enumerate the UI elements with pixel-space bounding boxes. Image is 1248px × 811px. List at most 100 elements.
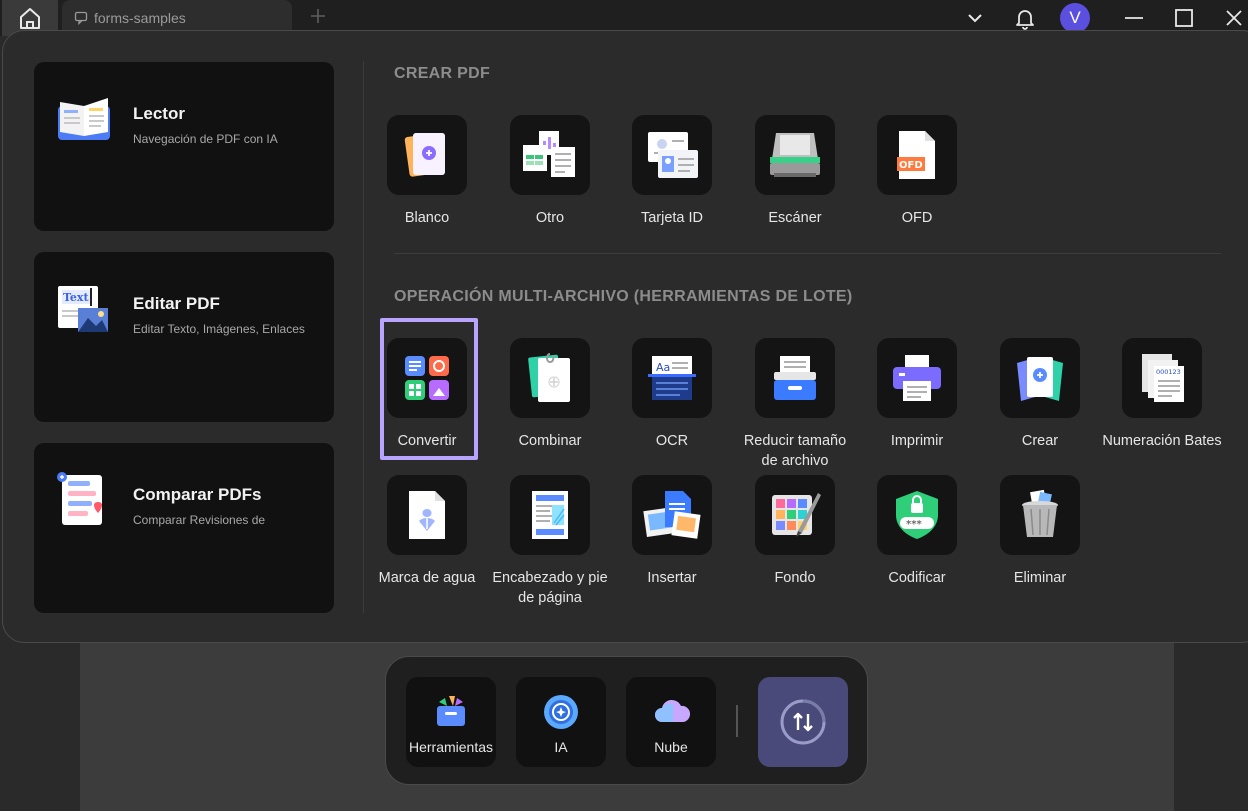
tool-codificar[interactable]: *** Codificar [856, 475, 978, 588]
tool-label: Marca de agua [378, 570, 476, 586]
tool-label: Eliminar [1013, 570, 1067, 586]
home-icon [20, 8, 40, 29]
tool-imprimir[interactable]: Imprimir [856, 338, 978, 451]
card-title: Comparar PDFs [133, 485, 262, 504]
tool-marca-de-agua[interactable]: Marca de agua [366, 475, 488, 588]
card-editar-pdf[interactable]: Text Editar PDF Editar Texto, Imágenes, … [34, 252, 334, 422]
trash-icon [1022, 489, 1058, 537]
dock-nube-button[interactable]: Nube [626, 677, 716, 767]
tool-label: Encabezado y pie de página [492, 570, 608, 606]
tool-insertar[interactable]: Insertar [611, 475, 733, 588]
other-files-icon [523, 131, 575, 177]
tool-label: OFD [901, 210, 933, 226]
tool-convertir[interactable]: Convertir [366, 338, 488, 451]
printer-icon [893, 355, 941, 401]
bell-icon [1016, 10, 1034, 30]
horizontal-divider [394, 253, 1221, 254]
tool-label: Convertir [397, 433, 457, 449]
compress-icon [774, 356, 816, 400]
scanner-icon [770, 133, 820, 177]
tool-label: Imprimir [890, 433, 944, 449]
combine-icon [528, 353, 570, 402]
encrypt-icon: *** [896, 491, 938, 539]
tool-label: Insertar [647, 570, 697, 586]
avatar[interactable]: V [1060, 3, 1090, 33]
dock-label: IA [554, 739, 568, 755]
section-title-batch: OPERACIÓN MULTI-ARCHIVO (HERRAMIENTAS DE… [394, 288, 853, 305]
chevron-down-icon [968, 14, 982, 23]
tool-label: Tarjeta ID [640, 210, 704, 226]
tool-ocr[interactable]: Aa OCR [611, 338, 733, 451]
edit-icon-text: Text [63, 291, 89, 304]
compare-icon [57, 472, 102, 525]
ocr-icon: Aa [648, 356, 696, 400]
card-comparar-pdfs[interactable]: Comparar PDFs Comparar Revisiones de [34, 443, 334, 613]
card-lector[interactable]: Lector Navegación de PDF con IA [34, 62, 334, 231]
bottom-dock: Herramientas IA Nube [385, 656, 868, 785]
tool-tarjeta-id[interactable]: Tarjeta ID [611, 115, 733, 228]
card-title: Editar PDF [133, 294, 220, 313]
tool-numeracion-bates[interactable]: 000123 Numeración Bates [1101, 338, 1223, 451]
tool-label: Otro [535, 210, 565, 226]
tool-otro[interactable]: Otro [489, 115, 611, 228]
tool-label: Reducir tamaño de archivo [743, 433, 847, 469]
cloud-icon [655, 699, 691, 722]
ofd-icon-text: OFD [899, 160, 923, 171]
tool-ofd[interactable]: OFD OFD [856, 115, 978, 228]
dock-herramientas-button[interactable]: Herramientas [406, 677, 496, 767]
tab-comment-icon [74, 11, 88, 25]
toolbox-icon [437, 696, 465, 726]
close-icon [1226, 10, 1242, 26]
insert-icon [643, 491, 701, 539]
maximize-icon [1175, 9, 1193, 27]
ai-icon [544, 695, 578, 729]
dock-separator [736, 705, 738, 737]
card-subtitle: Comparar Revisiones de [133, 513, 266, 527]
tool-eliminar[interactable]: Eliminar [979, 475, 1101, 588]
edit-text-icon: Text [58, 286, 108, 332]
tab-label: forms-samples [94, 10, 186, 26]
bates-icon-text: 000123 [1156, 368, 1181, 376]
sync-icon [780, 699, 826, 745]
card-title: Lector [133, 104, 185, 123]
watermark-icon [409, 491, 445, 539]
tool-label: Escáner [768, 210, 822, 226]
tool-combinar[interactable]: Combinar [489, 338, 611, 451]
dock-sync-button[interactable] [758, 677, 848, 767]
dock-label: Nube [654, 739, 688, 755]
tool-label: Fondo [774, 570, 816, 586]
tool-label: Combinar [518, 433, 582, 449]
ocr-icon-text: Aa [656, 361, 670, 374]
card-subtitle: Editar Texto, Imágenes, Enlaces [133, 322, 305, 336]
vertical-divider [363, 61, 364, 613]
tool-label: OCR [655, 433, 689, 449]
tool-label: Codificar [888, 570, 946, 586]
tools-panel: Lector Navegación de PDF con IA Text Edi… [2, 30, 1248, 643]
header-footer-icon [532, 491, 568, 539]
tool-fondo[interactable]: Fondo [734, 475, 856, 588]
new-tab-button[interactable] [306, 6, 330, 30]
section-title-crear-pdf: CREAR PDF [394, 65, 491, 82]
dock-ia-button[interactable]: IA [516, 677, 606, 767]
minimize-icon [1125, 17, 1143, 19]
tool-reducir[interactable]: Reducir tamaño de archivo [734, 338, 856, 471]
tool-crear[interactable]: Crear [979, 338, 1101, 451]
plus-icon [311, 9, 325, 23]
card-subtitle: Navegación de PDF con IA [133, 132, 278, 146]
tool-label: Numeración Bates [1102, 433, 1222, 449]
tool-encabezado-pie[interactable]: Encabezado y pie de página [489, 475, 611, 608]
tool-label: Blanco [404, 210, 450, 226]
tool-label: Crear [1021, 433, 1059, 449]
id-card-icon [648, 132, 698, 178]
background-icon [772, 493, 821, 537]
encrypt-icon-text: *** [906, 519, 922, 530]
dock-label: Herramientas [408, 739, 494, 755]
ofd-icon: OFD [897, 131, 935, 179]
bates-icon: 000123 [1142, 354, 1184, 402]
convert-icon [405, 356, 449, 400]
create-icon [1017, 357, 1063, 401]
tool-escaner[interactable]: Escáner [734, 115, 856, 228]
book-icon [58, 98, 110, 140]
blank-page-icon [404, 133, 445, 177]
tool-blanco[interactable]: Blanco [366, 115, 488, 228]
